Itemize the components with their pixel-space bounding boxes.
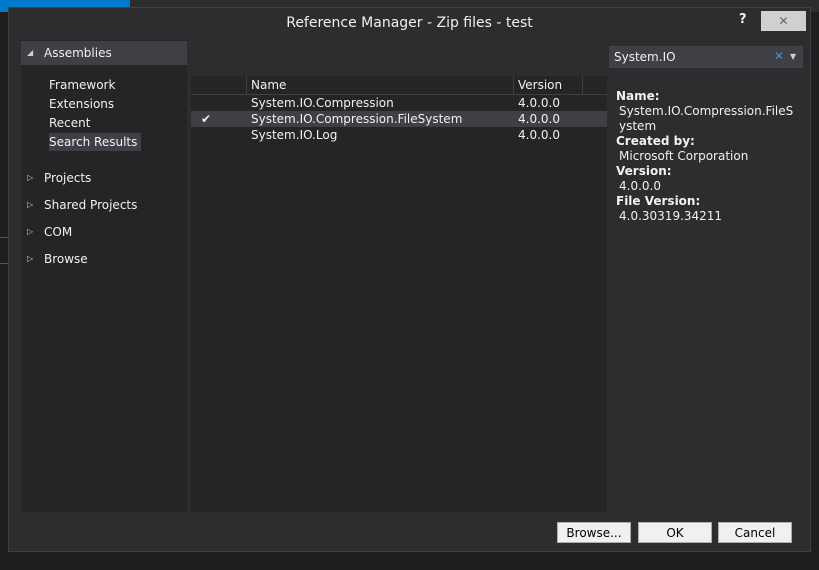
clear-icon[interactable]: ✕ bbox=[774, 49, 784, 63]
nav-category-label: Browse bbox=[44, 252, 88, 266]
assembly-name: System.IO.Compression bbox=[251, 96, 394, 110]
detail-version-value: 4.0.0.0 bbox=[619, 179, 661, 193]
collapsed-triangle-icon: ▷ bbox=[27, 200, 34, 209]
nav-item-search-results[interactable]: Search Results bbox=[49, 133, 142, 151]
nav-category-shared-projects[interactable]: ▷ Shared Projects bbox=[21, 193, 187, 217]
list-header: Name Version bbox=[191, 76, 607, 95]
title-bar: Reference Manager - Zip files - test ? ✕ bbox=[9, 8, 810, 40]
ok-button[interactable]: OK bbox=[638, 522, 712, 543]
browse-button[interactable]: Browse... bbox=[557, 522, 631, 543]
list-toolbar-area bbox=[191, 40, 607, 76]
checkmark-icon[interactable]: ✔ bbox=[199, 112, 213, 126]
help-button[interactable]: ? bbox=[739, 12, 753, 32]
detail-created-label: Created by: bbox=[616, 134, 695, 148]
column-header-version[interactable]: Version bbox=[518, 76, 562, 94]
collapsed-triangle-icon: ▷ bbox=[27, 254, 34, 263]
nav-category-com[interactable]: ▷ COM bbox=[21, 220, 187, 244]
assembly-list-panel: Name Version System.IO.Compression 4.0.0… bbox=[191, 40, 607, 512]
assembly-version: 4.0.0.0 bbox=[518, 128, 560, 142]
nav-category-label: COM bbox=[44, 225, 73, 239]
detail-name-value: System.IO.Compression.FileSystem bbox=[619, 104, 794, 133]
column-divider[interactable] bbox=[582, 76, 583, 94]
nav-category-assemblies[interactable]: ◢ Assemblies bbox=[21, 41, 187, 65]
close-icon: ✕ bbox=[778, 14, 789, 28]
assembly-name: System.IO.Compression.FileSystem bbox=[251, 112, 463, 126]
detail-file-version-value: 4.0.30319.34211 bbox=[619, 209, 723, 223]
nav-category-browse[interactable]: ▷ Browse bbox=[21, 247, 187, 271]
list-item[interactable]: System.IO.Log 4.0.0.0 bbox=[191, 127, 607, 143]
dialog-title: Reference Manager - Zip files - test bbox=[286, 15, 533, 31]
cancel-button[interactable]: Cancel bbox=[718, 522, 792, 543]
close-button[interactable]: ✕ bbox=[761, 11, 806, 31]
assembly-version: 4.0.0.0 bbox=[518, 112, 560, 126]
detail-version-label: Version: bbox=[616, 164, 672, 178]
column-divider[interactable] bbox=[513, 76, 514, 94]
reference-manager-dialog: Reference Manager - Zip files - test ? ✕… bbox=[8, 7, 811, 552]
assembly-name: System.IO.Log bbox=[251, 128, 338, 142]
assembly-version: 4.0.0.0 bbox=[518, 96, 560, 110]
nav-item-framework[interactable]: Framework bbox=[49, 76, 115, 94]
nav-item-recent[interactable]: Recent bbox=[49, 114, 90, 132]
expanded-triangle-icon: ◢ bbox=[27, 48, 34, 57]
details-panel: ✕ ▼ Name: System.IO.Compression.FileSyst… bbox=[609, 40, 803, 512]
detail-file-version-label: File Version: bbox=[616, 194, 701, 208]
nav-category-label: Assemblies bbox=[44, 46, 112, 60]
category-navigation: ◢ Assemblies Framework Extensions Recent… bbox=[21, 40, 187, 512]
dropdown-arrow-icon[interactable]: ▼ bbox=[790, 52, 796, 61]
detail-created-value: Microsoft Corporation bbox=[619, 149, 749, 163]
button-bar: Browse... OK Cancel bbox=[21, 517, 803, 551]
column-header-name[interactable]: Name bbox=[251, 76, 286, 94]
nav-item-extensions[interactable]: Extensions bbox=[49, 95, 114, 113]
list-item[interactable]: System.IO.Compression 4.0.0.0 bbox=[191, 95, 607, 111]
column-divider[interactable] bbox=[246, 76, 247, 94]
list-item[interactable]: ✔ System.IO.Compression.FileSystem 4.0.0… bbox=[191, 111, 607, 127]
search-input[interactable] bbox=[614, 48, 764, 66]
search-box: ✕ ▼ bbox=[609, 46, 803, 68]
collapsed-triangle-icon: ▷ bbox=[27, 227, 34, 236]
collapsed-triangle-icon: ▷ bbox=[27, 173, 34, 182]
nav-category-label: Projects bbox=[44, 171, 92, 185]
nav-category-projects[interactable]: ▷ Projects bbox=[21, 166, 187, 190]
detail-name-label: Name: bbox=[616, 89, 660, 103]
nav-category-label: Shared Projects bbox=[44, 198, 138, 212]
